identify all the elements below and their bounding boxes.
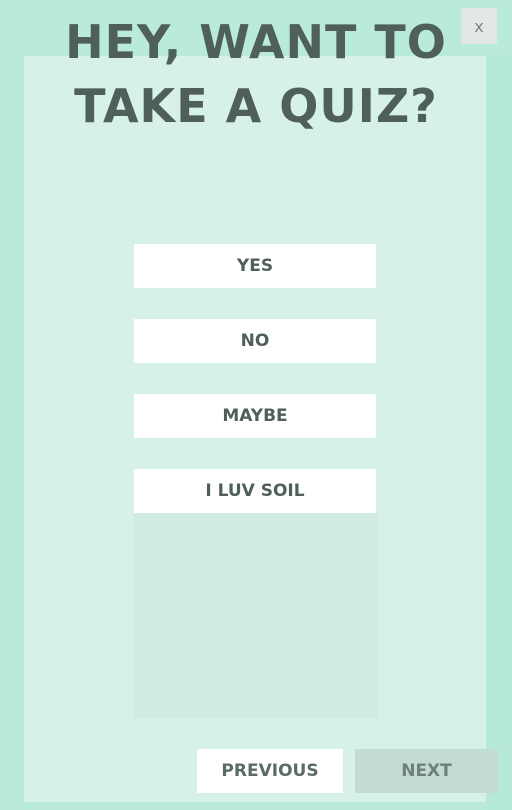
answer-i-luv-soil-button[interactable]: I LUV SOIL <box>134 469 376 513</box>
quiz-title-line-2: TAKE A QUIZ? <box>74 79 438 133</box>
previous-button[interactable]: PREVIOUS <box>197 749 343 793</box>
close-icon: x <box>474 16 484 36</box>
quiz-title-line-1: HEY, WANT TO <box>65 15 447 69</box>
quiz-title: HEY, WANT TO TAKE A QUIZ? <box>0 10 512 138</box>
answer-maybe-button[interactable]: MAYBE <box>134 394 376 438</box>
next-button[interactable]: NEXT <box>355 749 498 793</box>
close-button[interactable]: x <box>461 8 497 44</box>
quiz-overlay: HEY, WANT TO TAKE A QUIZ? x YES NO MAYBE… <box>0 0 512 810</box>
overlay-edge <box>486 56 512 810</box>
answer-no-button[interactable]: NO <box>134 319 376 363</box>
background-image-placeholder <box>134 512 378 718</box>
answer-yes-button[interactable]: YES <box>134 244 376 288</box>
